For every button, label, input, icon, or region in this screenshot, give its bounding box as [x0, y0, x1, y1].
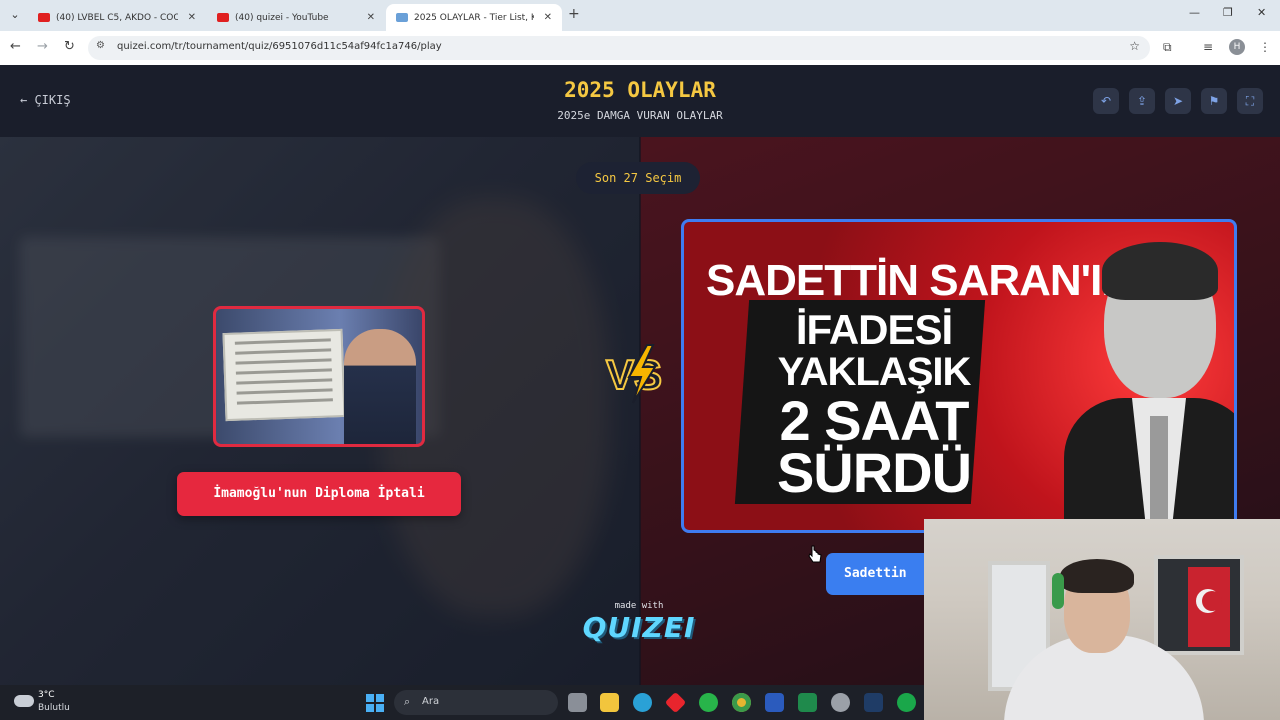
close-tab-icon[interactable]: ✕ [367, 12, 375, 23]
diploma-image [222, 328, 346, 422]
portrait-image [1064, 238, 1234, 530]
webcam-overlay [924, 519, 1280, 720]
left-option-button[interactable]: İmamoğlu'nun Diploma İptali [177, 472, 461, 516]
right-option-image[interactable]: SADETTİN SARAN'IN İFADESİ YAKLAŞIK 2 SAA… [681, 219, 1237, 533]
image-line-5: SÜRDÜ [776, 441, 972, 504]
tab-youtube-1[interactable]: (40) LVBEL C5, AKDO - COOOK ✕ [28, 4, 206, 31]
url-text[interactable]: quizei.com/tr/tournament/quiz/6951076d11… [117, 41, 442, 52]
tab-search-icon[interactable]: ⌄ [6, 6, 24, 24]
excel-icon[interactable] [798, 693, 817, 712]
hand-cursor-icon [808, 545, 822, 563]
maximize-icon[interactable]: ❐ [1223, 6, 1233, 19]
headset-icon [1052, 573, 1064, 609]
quiz-title: 2025 OLAYLAR [564, 78, 716, 102]
close-tab-icon[interactable]: ✕ [188, 12, 196, 23]
streamer-hair [1060, 559, 1134, 593]
extensions-icon[interactable]: ⧉ [1163, 40, 1172, 55]
fullscreen-icon[interactable]: ⛶ [1237, 88, 1263, 114]
tab-label: (40) LVBEL C5, AKDO - COOOK [56, 12, 178, 23]
round-counter: Son 27 Seçim [576, 162, 700, 194]
share-icon[interactable]: ⇪ [1129, 88, 1155, 114]
reload-icon[interactable]: ↻ [64, 39, 75, 54]
person-image [344, 329, 416, 444]
new-tab-button[interactable]: + [568, 6, 580, 22]
search-icon: ⌕ [404, 695, 411, 708]
media-icon[interactable]: ≡ [1203, 40, 1213, 54]
quiz-header: ← ÇIKIŞ 2025 OLAYLAR 2025e DAMGA VURAN O… [0, 65, 1280, 137]
browser-toolbar: ← → ↻ ⚙ quizei.com/tr/tournament/quiz/69… [0, 31, 1280, 65]
close-tab-icon[interactable]: ✕ [544, 12, 552, 23]
image-line-2: İFADESİ [795, 306, 953, 353]
weather-condition: Bulutlu [38, 703, 70, 713]
word-icon[interactable] [765, 693, 784, 712]
weather-temp: 3°C [38, 690, 55, 700]
windows-start-icon[interactable] [366, 694, 384, 712]
close-window-icon[interactable]: ✕ [1257, 6, 1266, 19]
app-red-icon[interactable] [664, 691, 687, 714]
quiz-subtitle: 2025e DAMGA VURAN OLAYLAR [557, 109, 723, 122]
weather-widget[interactable]: 3°C Bulutlu [14, 690, 94, 716]
windows-taskbar: 3°C Bulutlu ⌕ Ara [0, 685, 924, 720]
address-bar[interactable]: ⚙ quizei.com/tr/tournament/quiz/6951076d… [88, 36, 1150, 60]
task-view-icon[interactable] [568, 693, 587, 712]
taskbar-search-placeholder: Ara [422, 696, 440, 707]
browser-chrome: ⌄ (40) LVBEL C5, AKDO - COOOK ✕ (40) qui… [0, 0, 1280, 65]
left-option-image[interactable] [213, 306, 425, 447]
menu-kebab-icon[interactable]: ⋮ [1259, 40, 1271, 54]
tab-label: (40) quizei - YouTube [235, 12, 329, 23]
chrome-icon[interactable] [732, 693, 751, 712]
taskbar-search[interactable]: ⌕ Ara [394, 690, 558, 715]
whatsapp-icon[interactable] [699, 693, 718, 712]
image-headline: SADETTİN SARAN'IN [706, 256, 1133, 305]
xbox-icon[interactable] [897, 693, 916, 712]
send-icon[interactable]: ➤ [1165, 88, 1191, 114]
quizei-icon [396, 13, 408, 22]
flag-icon[interactable]: ⚑ [1201, 88, 1227, 114]
obs-icon[interactable] [831, 693, 850, 712]
undo-icon[interactable]: ↶ [1093, 88, 1119, 114]
bookmark-star-icon[interactable]: ☆ [1129, 39, 1140, 53]
steam-icon[interactable] [864, 693, 883, 712]
tab-quizei[interactable]: 2025 OLAYLAR - Tier List, Kör S ✕ [386, 4, 562, 31]
minimize-icon[interactable]: — [1189, 6, 1200, 19]
cloud-icon [14, 695, 34, 707]
file-explorer-icon[interactable] [600, 693, 619, 712]
tab-label: 2025 OLAYLAR - Tier List, Kör S [414, 12, 534, 23]
edge-icon[interactable] [633, 693, 652, 712]
tab-strip: ⌄ (40) LVBEL C5, AKDO - COOOK ✕ (40) qui… [0, 0, 1280, 31]
youtube-icon [38, 13, 50, 22]
tab-youtube-2[interactable]: (40) quizei - YouTube ✕ [207, 4, 385, 31]
forward-icon[interactable]: → [37, 39, 48, 54]
turkish-flag-image [1188, 567, 1230, 647]
back-icon[interactable]: ← [10, 39, 21, 54]
site-info-icon[interactable]: ⚙ [96, 40, 105, 51]
vs-icon: VS [605, 344, 663, 404]
profile-avatar[interactable]: H [1229, 39, 1245, 55]
youtube-icon [217, 13, 229, 22]
